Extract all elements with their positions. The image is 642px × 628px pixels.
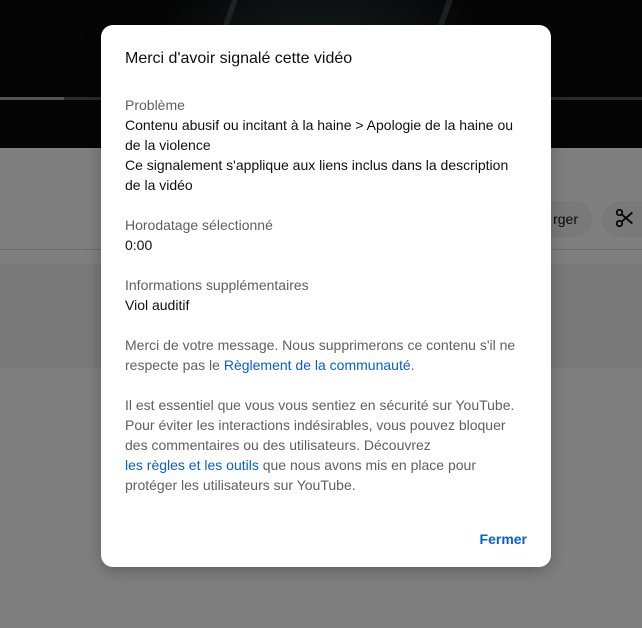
problem-section: Problème Contenu abusif ou incitant à la…: [125, 95, 527, 195]
close-button[interactable]: Fermer: [480, 531, 527, 547]
additional-info-label: Informations supplémentaires: [125, 277, 309, 293]
community-guidelines-link[interactable]: Règlement de la communauté: [224, 357, 411, 373]
timestamp-label: Horodatage sélectionné: [125, 217, 273, 233]
problem-label: Problème: [125, 97, 185, 113]
timestamp-section: Horodatage sélectionné 0:00: [125, 215, 527, 255]
thanks-message-end: .: [410, 357, 415, 373]
thanks-message: Merci de votre message. Nous supprimeron…: [125, 335, 527, 375]
safety-message-text: Il est essentiel que vous vous sentiez e…: [125, 397, 515, 453]
additional-info-value: Viol auditif: [125, 297, 190, 313]
safety-message: Il est essentiel que vous vous sentiez e…: [125, 395, 527, 495]
dialog-title: Merci d'avoir signalé cette vidéo: [125, 50, 353, 67]
timestamp-value: 0:00: [125, 237, 153, 253]
additional-info-section: Informations supplémentaires Viol auditi…: [125, 275, 527, 315]
policies-and-tools-link[interactable]: les règles et les outils: [125, 457, 259, 473]
report-confirmation-dialog: Merci d'avoir signalé cette vidéo Problè…: [101, 25, 551, 567]
problem-value: Contenu abusif ou incitant à la haine > …: [125, 117, 514, 153]
youtube-page: rger Merci d'avoir signalé cette vidéo P…: [0, 0, 642, 628]
problem-scope: Ce signalement s'applique aux liens incl…: [125, 157, 509, 193]
